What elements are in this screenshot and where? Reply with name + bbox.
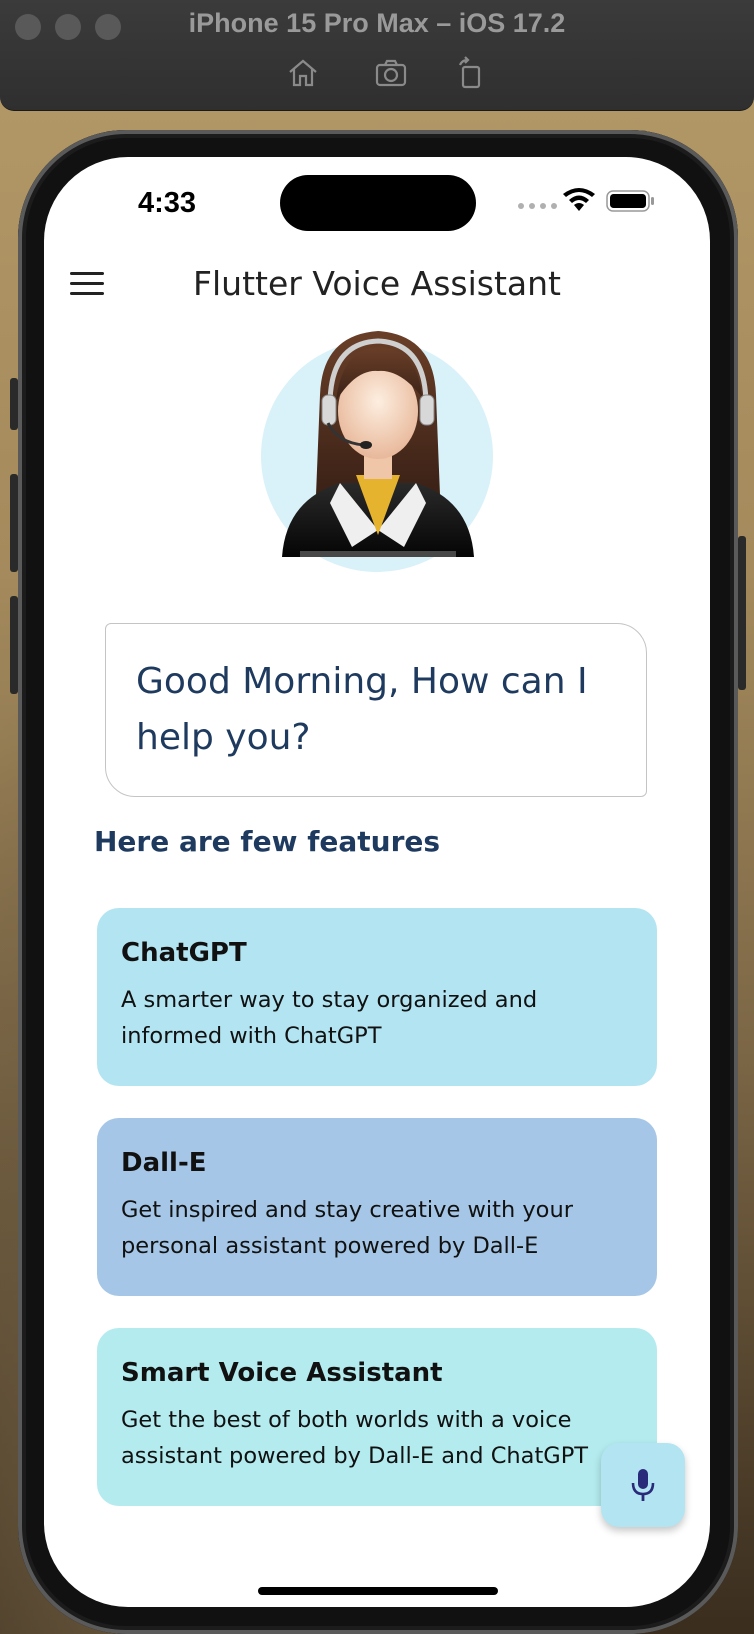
microphone-icon bbox=[631, 1469, 655, 1501]
battery-icon bbox=[606, 190, 654, 212]
feature-card-smart-voice-assistant[interactable]: Smart Voice Assistant Get the best of bo… bbox=[97, 1328, 657, 1506]
app-bar: Flutter Voice Assistant bbox=[44, 252, 710, 322]
feature-title: ChatGPT bbox=[121, 938, 247, 968]
status-time: 4:33 bbox=[138, 187, 197, 219]
feature-card-dall-e[interactable]: Dall-E Get inspired and stay creative wi… bbox=[97, 1118, 657, 1296]
feature-title: Dall-E bbox=[121, 1148, 207, 1178]
home-indicator[interactable] bbox=[258, 1587, 498, 1595]
cellular-dots-icon bbox=[518, 203, 557, 209]
feature-description: Get inspired and stay creative with your… bbox=[121, 1197, 573, 1259]
greeting-text: Good Morning, How can I help you? bbox=[136, 661, 588, 758]
home-icon[interactable] bbox=[286, 56, 320, 90]
phone-screen: 4:33 Flutter Voice Assistant Good Mornin… bbox=[44, 157, 710, 1607]
simulator-title: iPhone 15 Pro Max – iOS 17.2 bbox=[188, 8, 566, 38]
wifi-icon bbox=[563, 188, 595, 211]
feature-title: Smart Voice Assistant bbox=[121, 1358, 443, 1388]
greeting-bubble: Good Morning, How can I help you? bbox=[105, 623, 647, 797]
volume-down-button bbox=[10, 596, 18, 694]
feature-description: Get the best of both worlds with a voice… bbox=[121, 1407, 589, 1469]
app-title: Flutter Voice Assistant bbox=[193, 264, 561, 303]
screenshot-camera-icon[interactable] bbox=[374, 56, 408, 90]
action-button bbox=[10, 378, 18, 430]
dynamic-island bbox=[280, 175, 476, 231]
assistant-avatar-icon bbox=[282, 331, 474, 557]
rotate-icon[interactable] bbox=[454, 56, 488, 90]
microphone-button[interactable] bbox=[601, 1443, 685, 1527]
features-heading: Here are few features bbox=[94, 825, 441, 858]
feature-card-chatgpt[interactable]: ChatGPT A smarter way to stay organized … bbox=[97, 908, 657, 1086]
feature-description: A smarter way to stay organized and info… bbox=[121, 987, 538, 1049]
simulator-titlebar: iPhone 15 Pro Max – iOS 17.2 bbox=[0, 0, 754, 111]
power-button bbox=[738, 536, 746, 690]
volume-up-button bbox=[10, 474, 18, 572]
